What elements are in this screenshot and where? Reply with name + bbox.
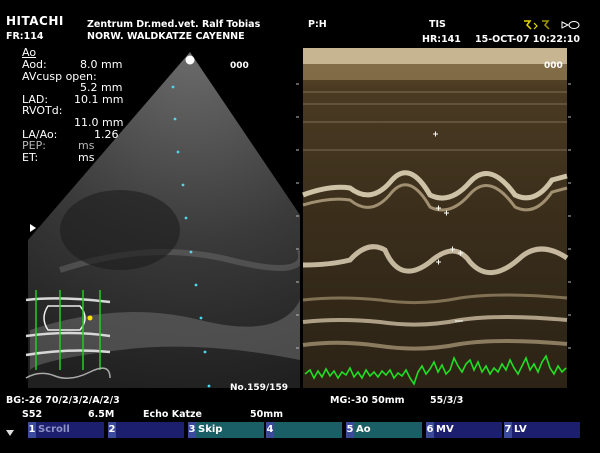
- clinic-name: Zentrum Dr.med.vet. Ralf Tobias: [87, 19, 261, 30]
- probe-id: S52: [22, 409, 43, 420]
- softkey-label: Scroll: [38, 424, 70, 435]
- patient-name: NORW. WALDKATZE CAYENNE: [87, 31, 245, 42]
- measurement-row-et: ET: ms: [22, 150, 122, 164]
- brand-logo: HITACHI: [6, 14, 64, 28]
- measurement-title: Ao: [22, 46, 37, 59]
- mode-label: TIS: [429, 19, 446, 30]
- depth-value: 50mm: [250, 409, 284, 420]
- softkey-number: 5: [346, 422, 354, 438]
- softkey-number: 2: [108, 422, 116, 438]
- softkey-mv[interactable]: 6 MV: [426, 422, 502, 438]
- measurement-value: ms: [78, 150, 95, 164]
- m-mode-panel: [302, 48, 569, 388]
- guide-point: [87, 315, 93, 321]
- softkey-ao[interactable]: 5 Ao: [346, 422, 422, 438]
- m-gain-params: MG:-30 50mm: [330, 395, 405, 406]
- measurement-value: 10.1 mm: [74, 92, 124, 106]
- measurement-label: ET:: [22, 150, 39, 164]
- date-time: 15-OCT-07 10:22:10: [475, 34, 581, 45]
- softkey-number: 3: [188, 422, 196, 438]
- measurement-value: 11.0 mm: [74, 115, 124, 129]
- softkey-number: 6: [426, 422, 434, 438]
- softkey-number: 1: [28, 422, 36, 438]
- measurement-value: ms: [78, 139, 95, 153]
- measurement-value: 1.26: [94, 127, 119, 141]
- freeze-status-icon: [524, 20, 580, 30]
- softkey-label: MV: [436, 424, 454, 435]
- softkey-label: Ao: [356, 424, 371, 435]
- softkey-page-arrow-icon[interactable]: [6, 430, 14, 436]
- softkey-2[interactable]: 2: [108, 422, 184, 438]
- focus-marker: [185, 55, 195, 65]
- measurement-list: Aod: 8.0 mm AVcusp open: 5.2 mm LAD: 10.…: [22, 59, 124, 164]
- b-mode-counter: 000: [230, 61, 249, 71]
- softkey-number: 4: [266, 422, 274, 438]
- heart-rate: HR:141: [422, 34, 461, 45]
- softkey-lv[interactable]: 7 LV: [504, 422, 580, 438]
- preset-name: Echo Katze: [143, 409, 203, 420]
- m-mode-counter: 000: [544, 61, 563, 71]
- softkey-skip[interactable]: 3 Skip: [188, 422, 264, 438]
- depth-marker: [30, 224, 36, 232]
- softkey-label: Skip: [198, 424, 223, 435]
- softkey-label: LV: [514, 424, 527, 435]
- cine-index: No.159/159: [230, 383, 288, 393]
- softkey-scroll[interactable]: 1 Scroll: [28, 422, 104, 438]
- probe-label: P:H: [308, 19, 327, 30]
- measurement-label: RVOTd:: [22, 104, 63, 118]
- probe-frequency: 6.5M: [88, 409, 115, 420]
- softkey-number: 7: [504, 422, 512, 438]
- frame-rate: FR:114: [6, 31, 44, 42]
- b-gain-params: BG:-26 70/2/3/2/A/2/3: [6, 395, 120, 406]
- softkey-4[interactable]: 4: [266, 422, 342, 438]
- m-mode-params: 55/3/3: [430, 395, 464, 406]
- m-mode-depth-scale: [568, 83, 571, 349]
